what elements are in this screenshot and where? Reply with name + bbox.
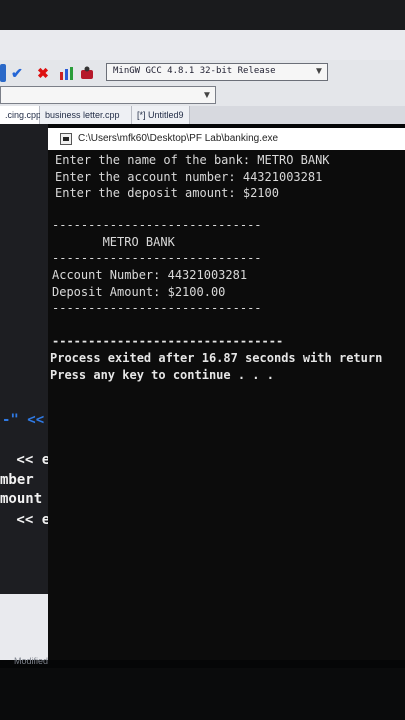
tab-label: .cing.cpp: [5, 110, 42, 120]
tab-label: business letter.cpp: [45, 110, 120, 120]
secondary-dropdown[interactable]: [0, 86, 216, 104]
compiler-select[interactable]: MinGW GCC 4.8.1 32-bit Release: [106, 63, 328, 81]
top-bezel: [0, 0, 405, 30]
console-app-icon: [60, 133, 72, 145]
console-separator: -----------------------------: [52, 218, 262, 232]
console-line: Enter the deposit amount: $2100: [55, 186, 279, 200]
code-line: mber: [0, 472, 43, 488]
chevron-down-icon[interactable]: ▼: [312, 64, 326, 78]
console-separator: --------------------------------: [52, 334, 284, 348]
chart-icon[interactable]: [58, 64, 76, 82]
chevron-down-icon[interactable]: ▼: [200, 88, 214, 102]
console-line: Press any key to continue . . .: [50, 368, 274, 382]
tab-label: [*] Untitled9: [137, 110, 184, 120]
editor-status-area: [0, 594, 48, 660]
check-icon[interactable]: ✔: [8, 64, 26, 82]
console-line: Process exited after 16.87 seconds with …: [50, 351, 383, 365]
code-line: -" <<: [2, 412, 44, 428]
close-icon[interactable]: ✖: [34, 64, 52, 82]
code-line: mount: [0, 491, 43, 507]
bottom-bezel: [0, 668, 405, 720]
tab-business-letter[interactable]: business letter.cpp: [40, 106, 132, 124]
tab-untitled[interactable]: [*] Untitled9: [132, 106, 190, 124]
code-text: -" <<: [2, 412, 45, 428]
compiler-select-value: MinGW GCC 4.8.1 32-bit Release: [113, 66, 276, 76]
console-line: METRO BANK: [52, 235, 175, 249]
debug-icon[interactable]: [78, 64, 96, 82]
console-line: Account Number: 44321003281: [52, 268, 248, 282]
status-modified: Modified: [14, 656, 49, 666]
console-line: Enter the account number: 44321003281: [55, 170, 323, 184]
console-title: C:\Users\mfk60\Desktop\PF Lab\banking.ex…: [78, 133, 279, 144]
ide-toolbar-top: [0, 30, 405, 61]
toolbar-button-partial[interactable]: [0, 64, 6, 82]
tab-banking-cpp[interactable]: .cing.cpp: [0, 106, 42, 124]
console-separator: -----------------------------: [52, 251, 262, 265]
console-line: Enter the name of the bank: METRO BANK: [55, 153, 330, 167]
console-separator: -----------------------------: [52, 301, 262, 315]
console-line: Deposit Amount: $2100.00: [52, 285, 226, 299]
